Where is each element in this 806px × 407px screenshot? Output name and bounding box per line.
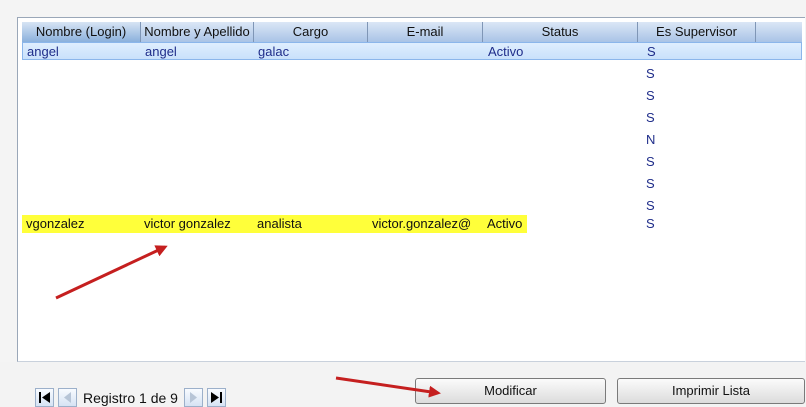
grid-viewport: Nombre (Login) Nombre y Apellido Cargo E…	[18, 18, 805, 361]
record-position-label: Registro 1 de 9	[83, 389, 178, 406]
supervisor-cell: N	[646, 132, 656, 147]
column-header-status[interactable]: Status	[483, 22, 638, 42]
column-header-full-name[interactable]: Nombre y Apellido	[141, 22, 254, 42]
supervisor-cell: S	[646, 154, 655, 169]
supervisor-cell: S	[646, 198, 655, 213]
supervisor-cell: S	[646, 176, 655, 191]
supervisor-cell: S	[646, 110, 655, 125]
email-cell: victor.gonzalez@	[372, 216, 472, 231]
supervisor-cell: S	[646, 88, 655, 103]
record-navigator: Registro 1 de 9	[35, 388, 226, 407]
column-header-extra	[756, 22, 802, 42]
supervisor-cell: S	[647, 44, 656, 59]
first-record-icon	[39, 392, 50, 403]
table-row[interactable]: S	[22, 87, 802, 105]
table-row[interactable]: S	[22, 197, 802, 215]
supervisor-cell: S	[646, 66, 655, 81]
status-cell: Activo	[488, 44, 524, 59]
supervisor-cell: S	[646, 216, 655, 231]
table-row[interactable]: angel angel galac Activo S	[22, 42, 802, 60]
next-record-button[interactable]	[183, 388, 203, 407]
previous-record-icon	[64, 392, 71, 403]
table-row[interactable]: S	[22, 153, 802, 171]
column-header-email[interactable]: E-mail	[368, 22, 483, 42]
next-record-icon	[189, 392, 197, 403]
status-cell: Activo	[487, 216, 523, 231]
table-row[interactable]: S	[22, 175, 802, 193]
login-cell: angel	[27, 44, 59, 59]
grid-header: Nombre (Login) Nombre y Apellido Cargo E…	[22, 22, 802, 42]
full-name-cell: victor gonzalez	[144, 216, 231, 231]
table-row[interactable]: S	[22, 65, 802, 83]
first-record-button[interactable]	[35, 388, 54, 407]
users-grid[interactable]: Nombre (Login) Nombre y Apellido Cargo E…	[17, 17, 805, 362]
email-cell	[373, 43, 481, 61]
column-header-supervisor[interactable]: Es Supervisor	[638, 22, 756, 42]
user-list-window: Nombre (Login) Nombre y Apellido Cargo E…	[0, 0, 806, 407]
cargo-cell: analista	[257, 216, 302, 231]
last-record-button[interactable]	[206, 388, 226, 407]
previous-record-button[interactable]	[58, 388, 77, 407]
table-row-highlighted[interactable]: vgonzalez victor gonzalez analista victo…	[22, 215, 802, 233]
login-cell: vgonzalez	[26, 216, 85, 231]
cargo-cell: galac	[258, 44, 290, 59]
table-row[interactable]: N	[22, 131, 802, 149]
full-name-cell: angel	[145, 44, 177, 59]
last-record-icon	[210, 392, 222, 403]
print-list-button[interactable]: Imprimir Lista	[617, 378, 805, 404]
column-header-cargo[interactable]: Cargo	[254, 22, 368, 42]
modify-button[interactable]: Modificar	[415, 378, 606, 404]
table-row[interactable]: S	[22, 109, 802, 127]
column-header-login[interactable]: Nombre (Login)	[22, 22, 141, 42]
